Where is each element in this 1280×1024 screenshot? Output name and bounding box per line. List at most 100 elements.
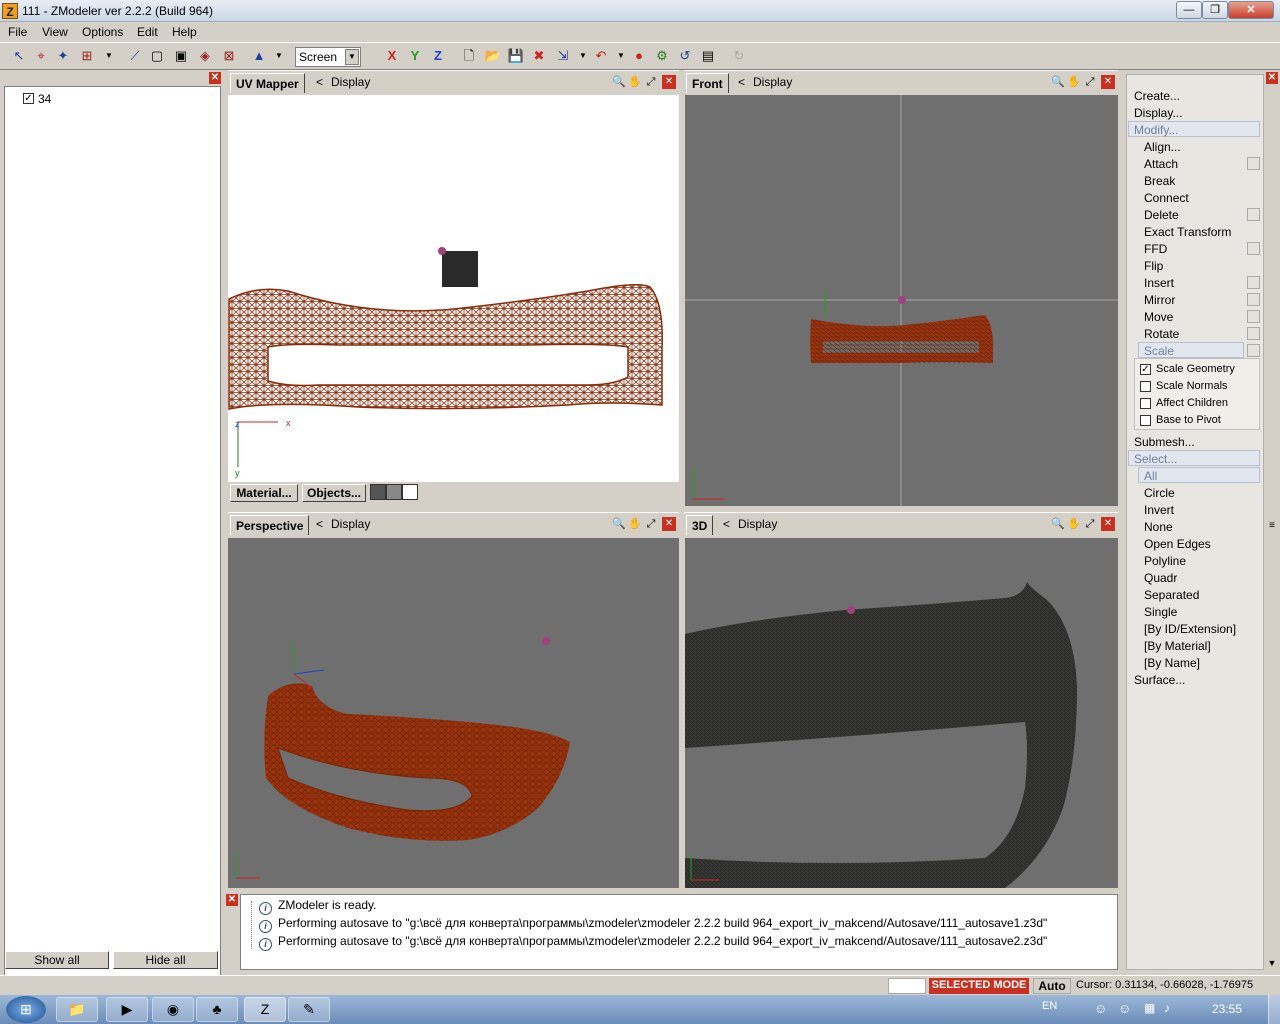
tab-front[interactable]: Front xyxy=(686,73,729,93)
perspective-canvas[interactable] xyxy=(228,538,679,888)
clock[interactable]: 23:55 xyxy=(1212,1002,1242,1016)
scale-geometry-label[interactable]: Scale Geometry xyxy=(1156,363,1235,375)
swatch-mid[interactable] xyxy=(386,484,402,500)
cmd-break[interactable]: Break xyxy=(1144,174,1175,188)
media-player-task-icon[interactable]: ▶ xyxy=(106,997,148,1022)
auto-toggle[interactable]: Auto xyxy=(1033,978,1071,994)
select-circle[interactable]: Circle xyxy=(1144,486,1175,500)
close-viewport-icon[interactable]: ✕ xyxy=(662,517,676,531)
select-by-material[interactable]: [By Material] xyxy=(1144,639,1211,653)
axis-y-toggle[interactable]: Y xyxy=(406,47,424,65)
show-desktop-button[interactable] xyxy=(1268,995,1280,1024)
affect-children-checkbox[interactable] xyxy=(1140,398,1151,409)
selected-mode-badge[interactable]: SELECTED MODE xyxy=(929,978,1029,994)
cmd-move-toggle[interactable] xyxy=(1247,310,1260,323)
tray-icon[interactable]: ☺ xyxy=(1094,1001,1107,1016)
menu-options[interactable]: Options xyxy=(82,25,123,39)
cmd-ffd-toggle[interactable] xyxy=(1247,242,1260,255)
import-dropdown-icon[interactable]: ▼ xyxy=(574,47,592,65)
cmd-surface[interactable]: Surface... xyxy=(1134,673,1185,687)
hide-all-button[interactable]: Hide all xyxy=(113,951,218,969)
zmodeler-task-icon[interactable]: Z xyxy=(244,997,286,1022)
close-icon[interactable]: ✕ xyxy=(209,72,221,84)
maximize-viewport-icon[interactable]: ⤢ xyxy=(644,517,658,531)
cmd-exact-transform[interactable]: Exact Transform xyxy=(1144,225,1231,239)
cmd-move[interactable]: Move xyxy=(1144,310,1173,324)
cmd-select[interactable]: Select... xyxy=(1134,452,1177,466)
maximize-button[interactable]: ❐ xyxy=(1202,1,1228,19)
menu-file[interactable]: File xyxy=(8,25,27,39)
select-person-icon[interactable]: ✦ xyxy=(54,47,72,65)
maximize-viewport-icon[interactable]: ⤢ xyxy=(1083,517,1097,531)
cmd-display[interactable]: Display... xyxy=(1134,106,1182,120)
display-menu[interactable]: Display xyxy=(331,75,370,89)
select-group-icon[interactable]: ⊞ xyxy=(78,47,96,65)
cmd-scale-toggle[interactable] xyxy=(1247,344,1260,357)
cmd-flip[interactable]: Flip xyxy=(1144,259,1163,273)
display-menu[interactable]: Display xyxy=(738,517,777,531)
cube-frame-icon[interactable]: ▢ xyxy=(148,47,166,65)
cmd-scale[interactable]: Scale xyxy=(1144,344,1174,358)
display-menu[interactable]: Display xyxy=(331,517,370,531)
tree-item-label[interactable]: 34 xyxy=(38,92,51,106)
cmd-mirror[interactable]: Mirror xyxy=(1144,293,1175,307)
pan-hand-icon[interactable]: ✋ xyxy=(1067,75,1081,89)
object-tree[interactable]: ✓ 34 xyxy=(4,86,221,1020)
select-dropdown-icon[interactable]: ▼ xyxy=(100,47,118,65)
firefox-task-icon[interactable]: ◉ xyxy=(152,997,194,1022)
language-indicator[interactable]: EN xyxy=(1042,1000,1057,1012)
explorer-task-icon[interactable]: 📁 xyxy=(56,997,98,1022)
triangle-dropdown-icon[interactable]: ▼ xyxy=(270,47,288,65)
menu-help[interactable]: Help xyxy=(172,25,197,39)
select-by-name[interactable]: [By Name] xyxy=(1144,656,1200,670)
record-icon[interactable]: ● xyxy=(630,47,648,65)
select-arrow-icon[interactable]: ↖ xyxy=(10,47,28,65)
3d-canvas[interactable] xyxy=(685,538,1118,888)
import-icon[interactable]: ⇲ xyxy=(554,47,572,65)
select-by-id[interactable]: [By ID/Extension] xyxy=(1144,622,1236,636)
cmd-modify[interactable]: Modify... xyxy=(1134,123,1178,137)
panel-resize-grip-icon[interactable]: ≡ xyxy=(1266,520,1278,532)
front-canvas[interactable] xyxy=(685,95,1118,506)
pan-hand-icon[interactable]: ✋ xyxy=(628,517,642,531)
cmd-align[interactable]: Align... xyxy=(1144,140,1181,154)
tree-item-checkbox[interactable]: ✓ xyxy=(23,93,34,104)
undo-dropdown-icon[interactable]: ▼ xyxy=(612,47,630,65)
uv-canvas[interactable]: x y z xyxy=(228,95,679,482)
scroll-down-icon[interactable]: ▼ xyxy=(1266,958,1278,970)
scale-geometry-checkbox[interactable]: ✓ xyxy=(1140,364,1151,375)
delete-x-icon[interactable]: ✖ xyxy=(530,47,548,65)
zoom-icon[interactable]: 🔍 xyxy=(1051,517,1065,531)
select-vertex-icon[interactable]: ⌖ xyxy=(32,47,50,65)
close-viewport-icon[interactable]: ✕ xyxy=(1101,75,1115,89)
polyline-icon[interactable]: ⟋ xyxy=(126,47,144,65)
cmd-insert-toggle[interactable] xyxy=(1247,276,1260,289)
zoom-icon[interactable]: 🔍 xyxy=(612,517,626,531)
tray-icon[interactable]: ☺ xyxy=(1118,1001,1131,1016)
menu-edit[interactable]: Edit xyxy=(137,25,158,39)
cmd-attach[interactable]: Attach xyxy=(1144,157,1178,171)
tab-perspective[interactable]: Perspective xyxy=(230,515,310,535)
axis-z-toggle[interactable]: Z xyxy=(429,47,447,65)
base-to-pivot-checkbox[interactable] xyxy=(1140,415,1151,426)
tab-uv-mapper[interactable]: UV Mapper xyxy=(230,73,305,93)
start-button[interactable]: ⊞ xyxy=(6,996,46,1023)
close-icon[interactable]: ✕ xyxy=(226,894,238,906)
cube-icon[interactable]: ▣ xyxy=(172,47,190,65)
cmd-ffd[interactable]: FFD xyxy=(1144,242,1167,256)
network-icon[interactable]: ▦ xyxy=(1144,1001,1155,1015)
select-invert[interactable]: Invert xyxy=(1144,503,1174,517)
volume-icon[interactable]: ♪ xyxy=(1164,1001,1170,1015)
zmodeler-app-icon[interactable]: Z xyxy=(2,3,18,19)
display-menu[interactable]: Display xyxy=(753,75,792,89)
select-none[interactable]: None xyxy=(1144,520,1173,534)
close-icon[interactable]: ✕ xyxy=(1266,72,1278,84)
settings-icon[interactable]: ⚙ xyxy=(653,47,671,65)
scale-normals-label[interactable]: Scale Normals xyxy=(1156,380,1228,392)
cmd-mirror-toggle[interactable] xyxy=(1247,293,1260,306)
tab-3d[interactable]: 3D xyxy=(686,515,714,535)
cmd-create[interactable]: Create... xyxy=(1134,89,1180,103)
select-single[interactable]: Single xyxy=(1144,605,1177,619)
maximize-viewport-icon[interactable]: ⤢ xyxy=(644,75,658,89)
cmd-rotate-toggle[interactable] xyxy=(1247,327,1260,340)
